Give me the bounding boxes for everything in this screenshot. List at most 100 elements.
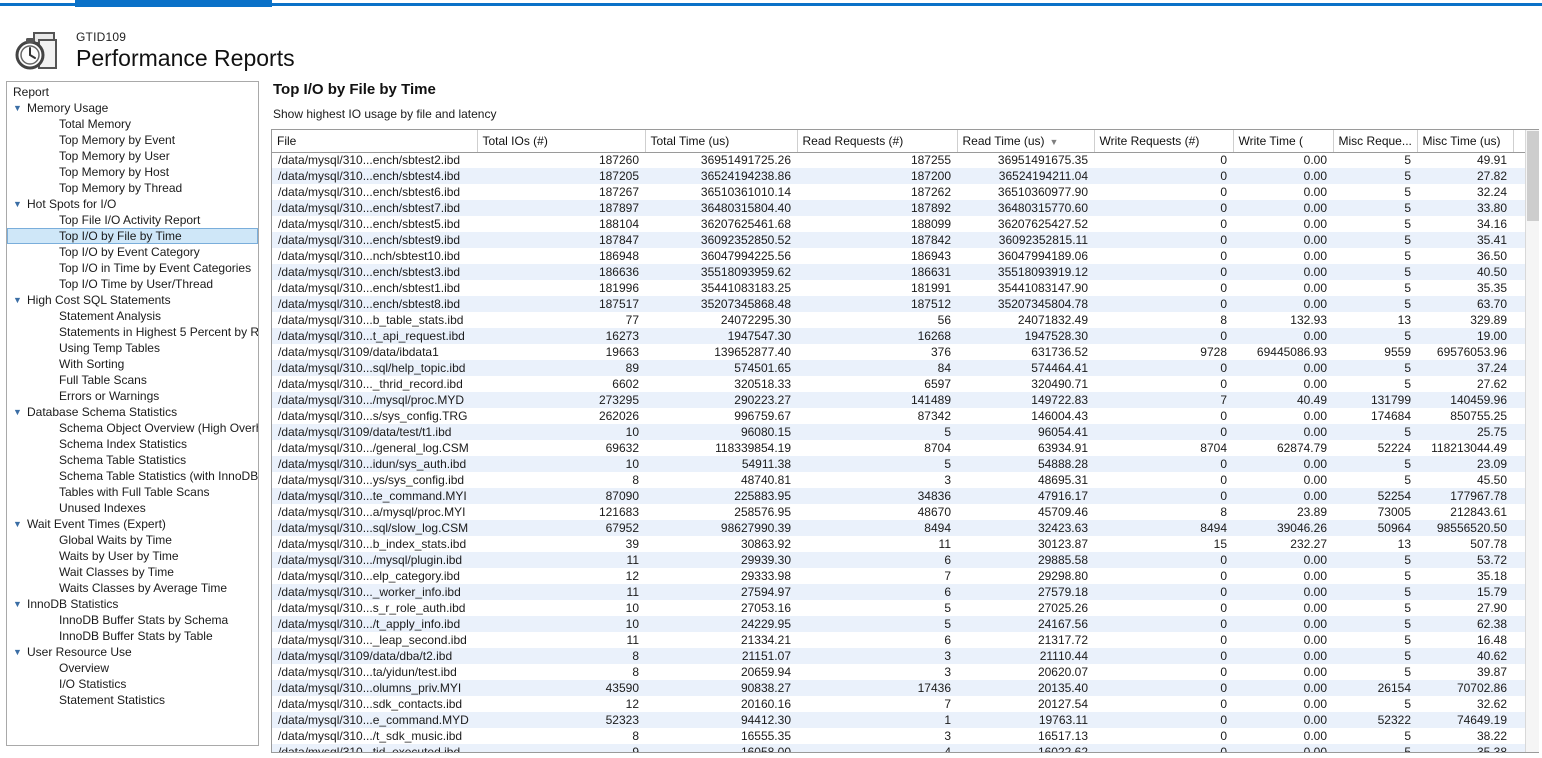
sidebar-group-database-schema-statistics[interactable]: ▼ Database Schema Statistics (7, 404, 258, 420)
sidebar-item-top-i-o-by-file-by-time[interactable]: Top I/O by File by Time (7, 228, 258, 244)
table-row[interactable]: /data/mysql/310.../t_sdk_music.ibd 8 16555… (272, 728, 1525, 744)
sidebar-item-wait-classes-by-time[interactable]: Wait Classes by Time (7, 564, 258, 580)
sidebar-item-top-memory-by-user[interactable]: Top Memory by User (7, 148, 258, 164)
sidebar-item-top-memory-by-host[interactable]: Top Memory by Host (7, 164, 258, 180)
table-row[interactable]: /data/mysql/310...s/sys_config.TRG 262026… (272, 408, 1525, 424)
chevron-down-icon[interactable]: ▼ (13, 292, 27, 308)
table-row[interactable]: /data/mysql/310...idun/sys_auth.ibd 10 549… (272, 456, 1525, 472)
table-row[interactable]: /data/mysql/310...ench/sbtest9.ibd 187847… (272, 232, 1525, 248)
report-tree[interactable]: ▼ Memory Usage Total Memory Top Memory by E… (7, 100, 258, 708)
table-row[interactable]: /data/mysql/310...s_r_role_auth.ibd 10 270… (272, 600, 1525, 616)
sidebar-item-top-i-o-time-by-user-thread[interactable]: Top I/O Time by User/Thread (7, 276, 258, 292)
sidebar-group-user-resource-use[interactable]: ▼ User Resource Use (7, 644, 258, 660)
table-row[interactable]: /data/mysql/310...sdk_contacts.ibd 12 2016… (272, 696, 1525, 712)
sidebar-item-innodb-buffer-stats-by-table[interactable]: InnoDB Buffer Stats by Table (7, 628, 258, 644)
sidebar-item-with-sorting[interactable]: With Sorting (7, 356, 258, 372)
sidebar-item-statements-in-highest-5-percent-by-ru[interactable]: Statements in Highest 5 Percent by Ru... (7, 324, 258, 340)
sidebar-item-schema-table-statistics[interactable]: Schema Table Statistics (7, 452, 258, 468)
column-header-misc-reque[interactable]: Misc Reque... (1333, 130, 1418, 153)
table-row[interactable]: /data/mysql/310.../general_log.CSM 69632 1… (272, 440, 1525, 456)
sidebar-item-top-i-o-by-event-category[interactable]: Top I/O by Event Category (7, 244, 258, 260)
sidebar-item-tables-with-full-table-scans[interactable]: Tables with Full Table Scans (7, 484, 258, 500)
table-row[interactable]: /data/mysql/310.../t_apply_info.ibd 10 242… (272, 616, 1525, 632)
table-row[interactable]: /data/mysql/310...ta/yidun/test.ibd 8 2065… (272, 664, 1525, 680)
table-row[interactable]: /data/mysql/310...sql/slow_log.CSM 67952 9… (272, 520, 1525, 536)
grid-body[interactable]: /data/mysql/310...ench/sbtest2.ibd 187260… (272, 152, 1525, 752)
table-row[interactable]: /data/mysql/310...ench/sbtest3.ibd 186636… (272, 264, 1525, 280)
table-row[interactable]: /data/mysql/3109/data/dba/t2.ibd 8 21151.0… (272, 648, 1525, 664)
table-row[interactable]: /data/mysql/3109/data/ibdata1 19663 139652… (272, 344, 1525, 360)
sidebar-item-top-memory-by-thread[interactable]: Top Memory by Thread (7, 180, 258, 196)
column-header-misc-time-us[interactable]: Misc Time (us) (1417, 130, 1514, 153)
table-row[interactable]: /data/mysql/310...ench/sbtest1.ibd 181996… (272, 280, 1525, 296)
table-row[interactable]: /data/mysql/310...olumns_priv.MYI 43590 90… (272, 680, 1525, 696)
chevron-down-icon[interactable]: ▼ (13, 596, 27, 612)
table-row[interactable]: /data/mysql/310..._thrid_record.ibd 6602 3… (272, 376, 1525, 392)
sidebar-group-memory-usage[interactable]: ▼ Memory Usage (7, 100, 258, 116)
table-row[interactable]: /data/mysql/310...e_command.MYD 52323 9441… (272, 712, 1525, 728)
chevron-down-icon[interactable]: ▼ (13, 644, 27, 660)
sidebar-item-full-table-scans[interactable]: Full Table Scans (7, 372, 258, 388)
sidebar-item-i-o-statistics[interactable]: I/O Statistics (7, 676, 258, 692)
sidebar-item-waits-by-user-by-time[interactable]: Waits by User by Time (7, 548, 258, 564)
table-row[interactable]: /data/mysql/310.../mysql/proc.MYD 273295 2… (272, 392, 1525, 408)
sidebar-item-overview[interactable]: Overview (7, 660, 258, 676)
vertical-scrollbar-thumb[interactable] (1527, 131, 1539, 221)
sidebar-item-schema-table-statistics-with-innodb[interactable]: Schema Table Statistics (with InnoDB... (7, 468, 258, 484)
table-row[interactable]: /data/mysql/310...elp_category.ibd 12 2933… (272, 568, 1525, 584)
sidebar-item-statement-statistics[interactable]: Statement Statistics (7, 692, 258, 708)
table-row[interactable]: /data/mysql/310.../mysql/plugin.ibd 11 299… (272, 552, 1525, 568)
column-header-read-time-us[interactable]: Read Time (us) ▼ (957, 130, 1095, 153)
column-header-read-requests[interactable]: Read Requests (#) (797, 130, 958, 153)
sidebar-item-total-memory[interactable]: Total Memory (7, 116, 258, 132)
sidebar-item-waits-classes-by-average-time[interactable]: Waits Classes by Average Time (7, 580, 258, 596)
chevron-down-icon[interactable]: ▼ (13, 100, 27, 116)
column-header-write-requests[interactable]: Write Requests (#) (1094, 130, 1234, 153)
table-row[interactable]: /data/mysql/310...nch/sbtest10.ibd 186948… (272, 248, 1525, 264)
sidebar-item-errors-or-warnings[interactable]: Errors or Warnings (7, 388, 258, 404)
sidebar-group-high-cost-sql-statements[interactable]: ▼ High Cost SQL Statements (7, 292, 258, 308)
sidebar-group-innodb-statistics[interactable]: ▼ InnoDB Statistics (7, 596, 258, 612)
sidebar-item-top-memory-by-event[interactable]: Top Memory by Event (7, 132, 258, 148)
table-row[interactable]: /data/mysql/310...t_api_request.ibd 16273… (272, 328, 1525, 344)
vertical-scrollbar[interactable] (1525, 130, 1539, 752)
sidebar-item-schema-index-statistics[interactable]: Schema Index Statistics (7, 436, 258, 452)
grid-header-row[interactable]: File Total IOs (#) Total Time (us) Read Req… (272, 130, 1526, 153)
table-row[interactable]: /data/mysql/310...sql/help_topic.ibd 89 57… (272, 360, 1525, 376)
table-row[interactable]: /data/mysql/310...ench/sbtest6.ibd 187267… (272, 184, 1525, 200)
table-row[interactable]: /data/mysql/310...ench/sbtest2.ibd 187260… (272, 152, 1525, 168)
sort-descending-icon[interactable]: ▼ (1050, 137, 1059, 147)
column-header-total-ios[interactable]: Total IOs (#) (477, 130, 646, 153)
sidebar-item-schema-object-overview-high-overhe[interactable]: Schema Object Overview (High Overhe... (7, 420, 258, 436)
table-row[interactable]: /data/mysql/310...b_table_stats.ibd 77 240… (272, 312, 1525, 328)
column-header-file[interactable]: File (272, 130, 478, 153)
chevron-down-icon[interactable]: ▼ (13, 404, 27, 420)
table-row[interactable]: /data/mysql/310...ench/sbtest5.ibd 188104… (272, 216, 1525, 232)
table-row[interactable]: /data/mysql/310...te_command.MYI 87090 225… (272, 488, 1525, 504)
sidebar-item-statement-analysis[interactable]: Statement Analysis (7, 308, 258, 324)
sidebar-item-innodb-buffer-stats-by-schema[interactable]: InnoDB Buffer Stats by Schema (7, 612, 258, 628)
report-tree-sidebar[interactable]: Report ▼ Memory Usage Total Memory Top Memo… (6, 81, 259, 746)
sidebar-item-unused-indexes[interactable]: Unused Indexes (7, 500, 258, 516)
results-grid-container[interactable]: File Total IOs (#) Total Time (us) Read Req… (271, 129, 1539, 753)
column-header-total-time-us[interactable]: Total Time (us) (645, 130, 798, 153)
sidebar-item-top-file-i-o-activity-report[interactable]: Top File I/O Activity Report (7, 212, 258, 228)
table-row[interactable]: /data/mysql/310...tid_executed.ibd 9 16058… (272, 744, 1525, 752)
table-row[interactable]: /data/mysql/310...a/mysql/proc.MYI 121683… (272, 504, 1525, 520)
table-row[interactable]: /data/mysql/310...ench/sbtest4.ibd 187205… (272, 168, 1525, 184)
chevron-down-icon[interactable]: ▼ (13, 196, 27, 212)
sidebar-item-top-i-o-in-time-by-event-categories[interactable]: Top I/O in Time by Event Categories (7, 260, 258, 276)
table-row[interactable]: /data/mysql/3109/data/test/t1.ibd 10 96080… (272, 424, 1525, 440)
results-grid[interactable]: File Total IOs (#) Total Time (us) Read Req… (272, 130, 1526, 752)
table-row[interactable]: /data/mysql/310...ench/sbtest8.ibd 187517… (272, 296, 1525, 312)
sidebar-item-using-temp-tables[interactable]: Using Temp Tables (7, 340, 258, 356)
table-row[interactable]: /data/mysql/310...b_index_stats.ibd 39 308… (272, 536, 1525, 552)
sidebar-item-global-waits-by-time[interactable]: Global Waits by Time (7, 532, 258, 548)
table-row[interactable]: /data/mysql/310..._worker_info.ibd 11 2759… (272, 584, 1525, 600)
sidebar-group-hot-spots-for-i-o[interactable]: ▼ Hot Spots for I/O (7, 196, 258, 212)
active-tab-indicator[interactable] (75, 0, 272, 7)
sidebar-group-wait-event-times-expert[interactable]: ▼ Wait Event Times (Expert) (7, 516, 258, 532)
table-row[interactable]: /data/mysql/310...ys/sys_config.ibd 8 4874… (272, 472, 1525, 488)
table-row[interactable]: /data/mysql/310..._leap_second.ibd 11 2133… (272, 632, 1525, 648)
chevron-down-icon[interactable]: ▼ (13, 516, 27, 532)
